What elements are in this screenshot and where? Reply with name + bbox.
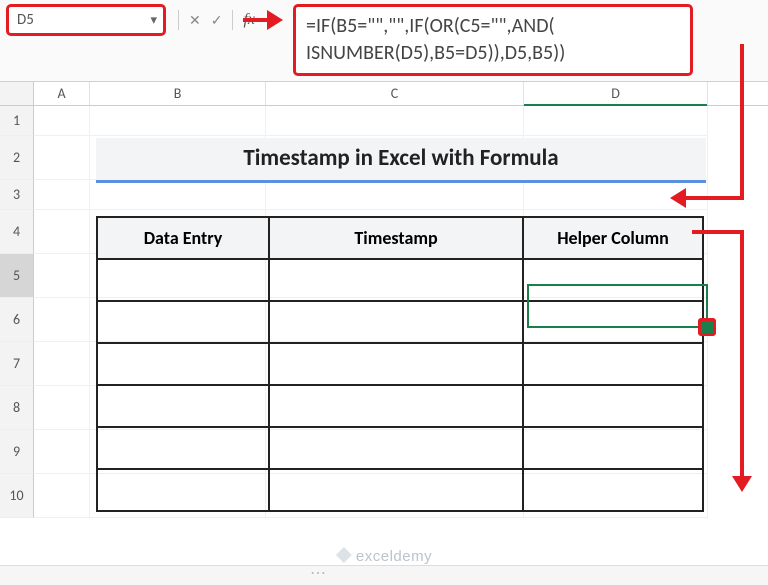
row-header-10[interactable]: 10 [0, 474, 34, 518]
table-header-data-entry: Data Entry [97, 217, 269, 259]
annotation-arrow-left-icon [670, 188, 686, 208]
cell-C1[interactable] [266, 106, 524, 136]
row-header-4[interactable]: 4 [0, 210, 34, 254]
cell-helper[interactable] [523, 469, 703, 511]
row-header-5[interactable]: 5 [0, 254, 34, 298]
column-header-C[interactable]: C [266, 82, 524, 105]
spreadsheet-grid[interactable]: A B C D 1 2 3 4 5 6 7 [0, 82, 768, 518]
cell-A8[interactable] [34, 386, 90, 430]
cell-data-entry[interactable] [97, 343, 269, 385]
cell-data-entry[interactable] [97, 259, 269, 301]
cell-A1[interactable] [34, 106, 90, 136]
name-box-value: D5 [17, 11, 34, 29]
cell-timestamp[interactable] [269, 343, 523, 385]
table-row [97, 427, 703, 469]
cell-timestamp[interactable] [269, 259, 523, 301]
page-title: Timestamp in Excel with Formula [96, 138, 706, 183]
cell-data-entry[interactable] [97, 385, 269, 427]
watermark-brand: exceldemy [356, 548, 432, 565]
table-row [97, 469, 703, 511]
cell-A3[interactable] [34, 180, 90, 210]
cell-data-entry[interactable] [97, 427, 269, 469]
cell-A2[interactable] [34, 136, 90, 180]
cell-helper[interactable] [523, 343, 703, 385]
cell-A7[interactable] [34, 342, 90, 386]
cell-A6[interactable] [34, 298, 90, 342]
row-header-2[interactable]: 2 [0, 136, 34, 180]
cell-A10[interactable] [34, 474, 90, 518]
table-row [97, 259, 703, 301]
annotation-arrow-down-icon [732, 476, 752, 492]
separator [232, 10, 233, 30]
cell-B3[interactable] [90, 180, 266, 210]
cell-helper[interactable] [523, 427, 703, 469]
column-header-B[interactable]: B [90, 82, 266, 105]
formula-line-2: ISNUMBER(D5),B5=D5)),D5,B5)) [306, 40, 680, 67]
row-header-6[interactable]: 6 [0, 298, 34, 342]
annotation-arrow-right-icon [267, 10, 283, 30]
annotation-line [740, 230, 744, 480]
row-header-8[interactable]: 8 [0, 386, 34, 430]
cell-timestamp[interactable] [269, 385, 523, 427]
cell-data-entry[interactable] [97, 469, 269, 511]
cell-D1[interactable] [524, 106, 708, 136]
table-row [97, 343, 703, 385]
formula-bar: D5 ▾ ✕ ✓ fx =IF(B5="","",IF(OR(C5="",AND… [0, 0, 768, 82]
select-all-corner[interactable] [0, 82, 34, 105]
formula-line-1: =IF(B5="","",IF(OR(C5="",AND( [306, 13, 680, 40]
row-1: 1 [0, 106, 768, 136]
row-header-7[interactable]: 7 [0, 342, 34, 386]
row-header-1[interactable]: 1 [0, 106, 34, 136]
row-header-9[interactable]: 9 [0, 430, 34, 474]
annotation-line [692, 230, 744, 234]
confirm-icon[interactable]: ✓ [211, 12, 223, 29]
cell-C3[interactable] [266, 180, 524, 210]
annotation-line [740, 44, 744, 200]
table-row [97, 385, 703, 427]
formula-input[interactable]: =IF(B5="","",IF(OR(C5="",AND( ISNUMBER(D… [293, 4, 693, 76]
cell-data-entry[interactable] [97, 301, 269, 343]
cell-timestamp[interactable] [269, 427, 523, 469]
cell-helper[interactable] [523, 385, 703, 427]
table-header-helper: Helper Column [523, 217, 703, 259]
row-3: 3 [0, 180, 768, 210]
row-header-3[interactable]: 3 [0, 180, 34, 210]
cancel-icon[interactable]: ✕ [189, 12, 201, 29]
watermark-logo-icon [336, 547, 352, 563]
separator [178, 10, 179, 30]
cell-A4[interactable] [34, 210, 90, 254]
chevron-down-icon[interactable]: ▾ [150, 13, 157, 28]
annotation-line [682, 196, 744, 200]
column-header-A[interactable]: A [34, 82, 90, 105]
cell-timestamp[interactable] [269, 469, 523, 511]
sheet-tab-strip[interactable]: ⋯ [0, 565, 768, 585]
name-box[interactable]: D5 ▾ [6, 4, 166, 36]
column-header-D[interactable]: D [524, 82, 708, 105]
cell-A5[interactable] [34, 254, 90, 298]
table-header-timestamp: Timestamp [269, 217, 523, 259]
cell-B1[interactable] [90, 106, 266, 136]
cell-helper[interactable] [523, 259, 703, 301]
cell-timestamp[interactable] [269, 301, 523, 343]
cell-A9[interactable] [34, 430, 90, 474]
column-headers-row: A B C D [0, 82, 768, 106]
table-header-row: Data Entry Timestamp Helper Column [97, 217, 703, 259]
cell-helper[interactable] [523, 301, 703, 343]
tab-scroll-icon[interactable]: ⋯ [310, 563, 326, 583]
data-table: Data Entry Timestamp Helper Column [96, 216, 704, 512]
table-row [97, 301, 703, 343]
